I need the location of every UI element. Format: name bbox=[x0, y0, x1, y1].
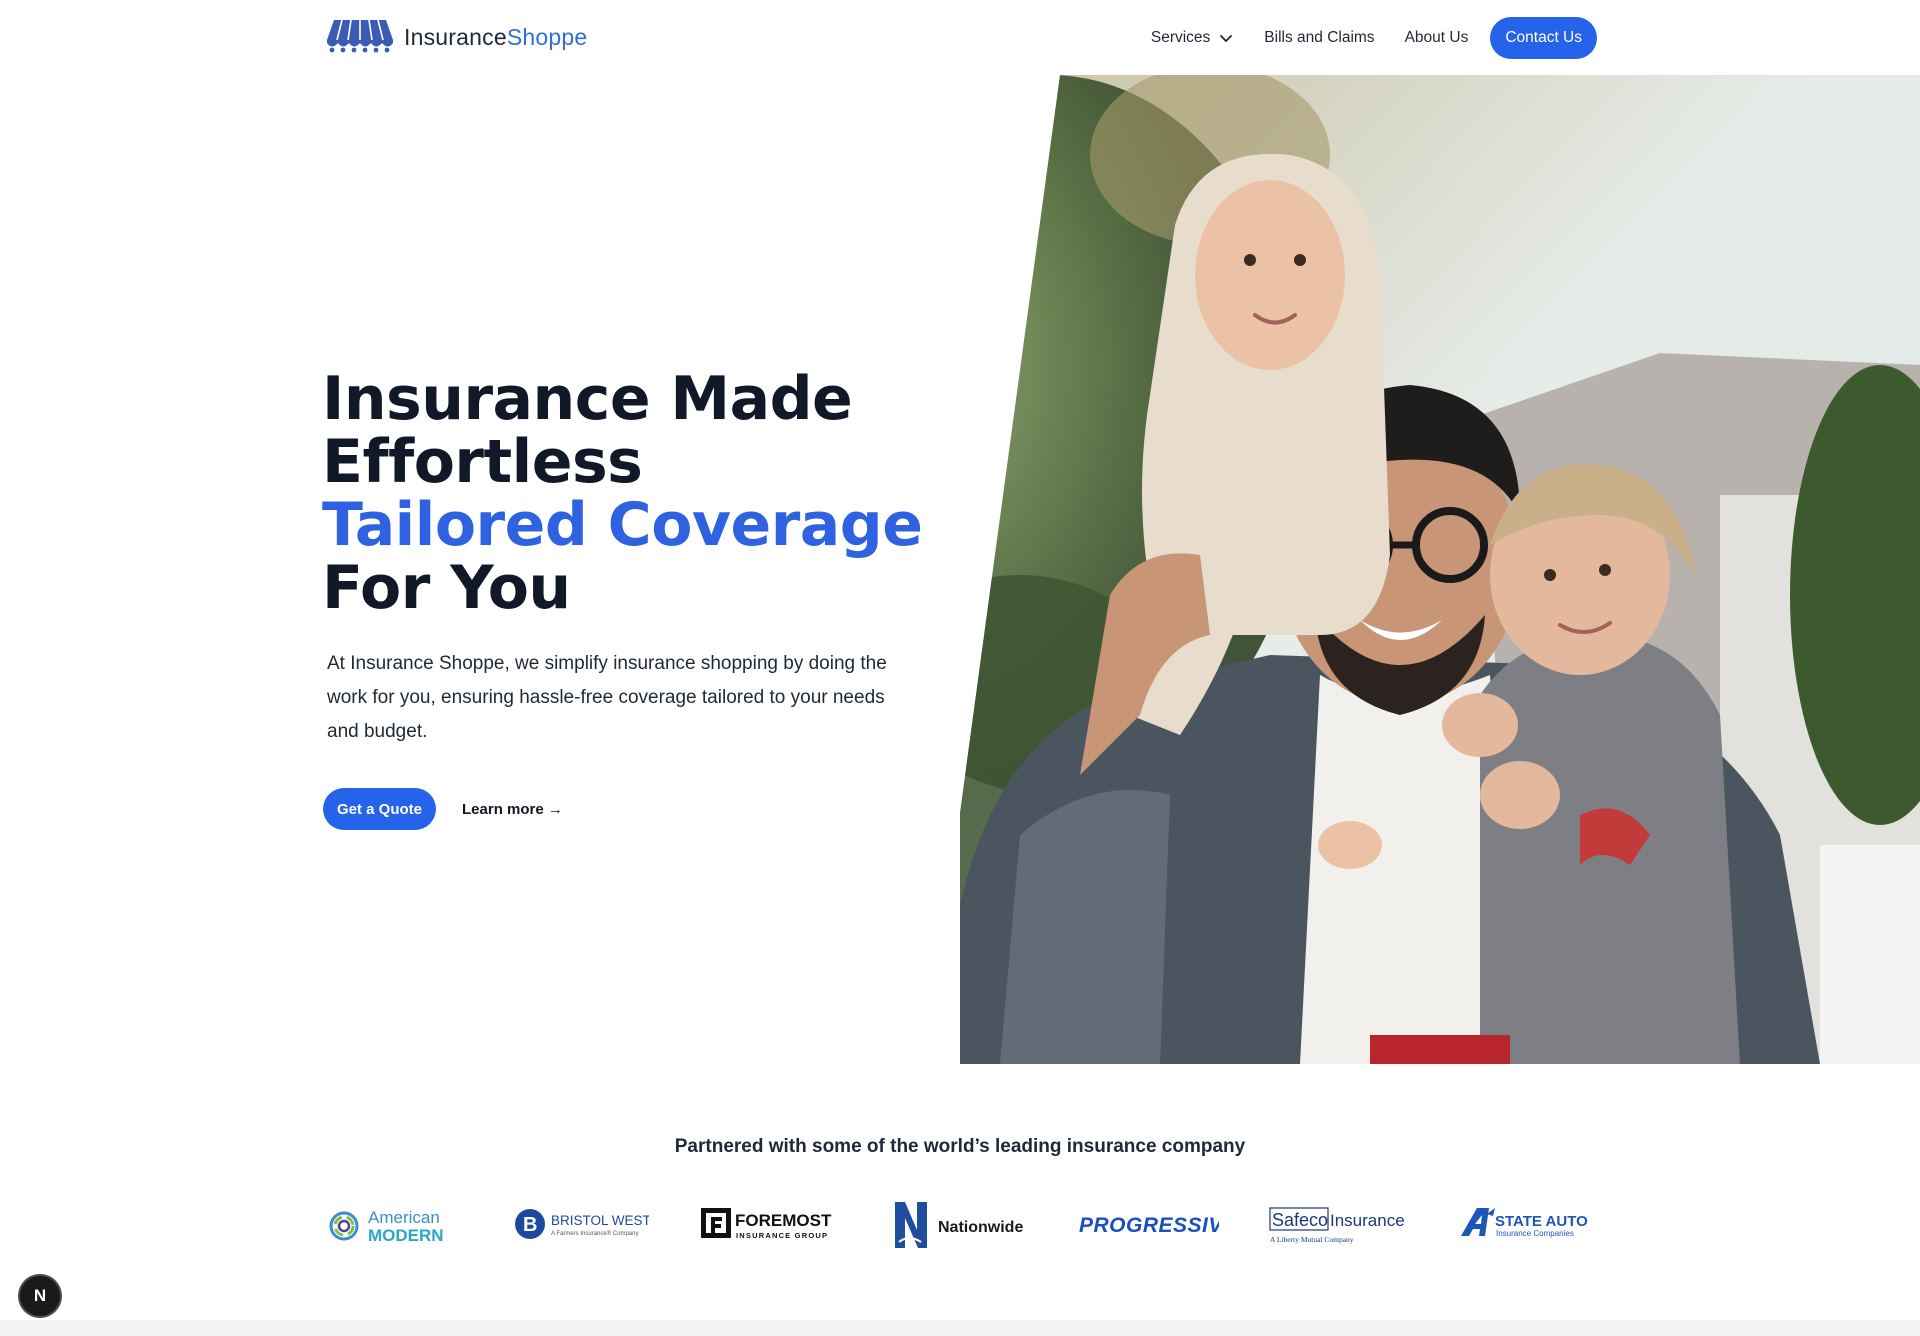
partner-logo-safeco: Safeco Insurance A Liberty Mutual Compan… bbox=[1268, 1196, 1412, 1252]
dev-tools-badge[interactable]: N bbox=[20, 1276, 60, 1316]
awning-icon bbox=[327, 19, 393, 53]
hero-cta-row: Get a Quote Learn more → bbox=[323, 788, 563, 830]
safeco-name-2: Insurance bbox=[1330, 1211, 1405, 1230]
bristol-west-name: BRISTOL WEST bbox=[551, 1213, 649, 1228]
hero-description: At Insurance Shoppe, we simplify insuran… bbox=[327, 653, 887, 742]
headline-line-1: Insurance Made bbox=[322, 364, 853, 434]
bristol-west-tagline: A Farmers Insurance® Company bbox=[551, 1230, 638, 1237]
nationwide-name: Nationwide bbox=[938, 1219, 1023, 1236]
svg-text:B: B bbox=[523, 1214, 537, 1236]
brand-logo[interactable]: InsuranceShoppe bbox=[326, 18, 587, 56]
learn-more-link[interactable]: Learn more → bbox=[462, 801, 563, 818]
contact-us-button[interactable]: Contact Us bbox=[1490, 17, 1597, 59]
state-auto-tagline: Insurance Companies bbox=[1496, 1229, 1574, 1238]
progressive-name: PROGRESSIVE bbox=[1079, 1214, 1219, 1237]
state-auto-name: STATE AUTO bbox=[1495, 1213, 1588, 1230]
bristol-west-logo: B BRISTOL WEST A Farmers Insurance® Comp… bbox=[515, 1209, 649, 1239]
foremost-logo: FOREMOST INSURANCE GROUP bbox=[701, 1208, 832, 1240]
foremost-tagline: INSURANCE GROUP bbox=[736, 1231, 828, 1240]
nationwide-logo: Nationwide bbox=[895, 1202, 1023, 1248]
brand-name: InsuranceShoppe bbox=[404, 23, 588, 50]
headline-line-2: Effortless bbox=[322, 427, 643, 497]
site-header: InsuranceShoppe Services Bills and Claim… bbox=[0, 0, 1920, 75]
nav-services-label: Services bbox=[1150, 29, 1211, 46]
partner-logo-nationwide: Nationwide bbox=[891, 1196, 1025, 1252]
partner-logo-foremost: FOREMOST INSURANCE GROUP bbox=[699, 1196, 841, 1252]
get-a-quote-button[interactable]: Get a Quote bbox=[323, 788, 437, 830]
foremost-name: FOREMOST bbox=[735, 1211, 832, 1230]
headline-accent-line: Tailored Coverage bbox=[322, 490, 923, 560]
nav-about-us[interactable]: About Us bbox=[1405, 29, 1469, 47]
hero-headline: Insurance Made Effortless Tailored Cover… bbox=[322, 364, 923, 623]
family-photo-illustration bbox=[960, 75, 1920, 1064]
nav-bills-and-claims[interactable]: Bills and Claims bbox=[1264, 29, 1374, 47]
chevron-down-icon bbox=[1220, 35, 1233, 42]
next-section-edge bbox=[0, 1320, 1920, 1336]
brand-name-part1: Insurance bbox=[404, 23, 507, 50]
partner-logo-state-auto: STATE AUTO Insurance Companies bbox=[1459, 1196, 1597, 1252]
partners-heading: Partnered with some of the world’s leadi… bbox=[674, 1136, 1246, 1157]
partner-logo-bristol-west: B BRISTOL WEST A Farmers Insurance® Comp… bbox=[513, 1196, 649, 1252]
progressive-logo: PROGRESSIVE bbox=[1079, 1214, 1219, 1237]
american-modern-line2: MODERN bbox=[368, 1226, 444, 1245]
brand-name-part2: Shoppe bbox=[506, 23, 588, 50]
nav-services[interactable]: Services bbox=[1151, 29, 1234, 47]
partner-logo-progressive: PROGRESSIVE bbox=[1077, 1196, 1219, 1252]
main-nav: Services Bills and Claims About Us Conta… bbox=[1151, 17, 1597, 59]
safeco-name-1: Safeco bbox=[1272, 1210, 1328, 1230]
hero-family-photo bbox=[960, 75, 1920, 1064]
partner-logo-american-modern: American MODERN bbox=[326, 1196, 458, 1252]
safeco-tagline: A Liberty Mutual Company bbox=[1270, 1235, 1354, 1244]
headline-line-4: For You bbox=[322, 553, 571, 623]
safeco-logo: Safeco Insurance A Liberty Mutual Compan… bbox=[1269, 1207, 1405, 1244]
american-modern-logo: American MODERN bbox=[329, 1208, 444, 1245]
state-auto-logo: STATE AUTO Insurance Companies bbox=[1461, 1208, 1588, 1238]
american-modern-line1: American bbox=[368, 1208, 440, 1227]
